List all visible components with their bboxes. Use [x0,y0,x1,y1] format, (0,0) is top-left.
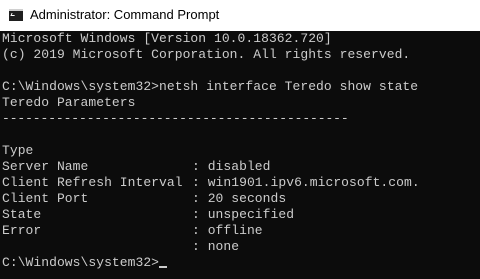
param-value: : none [192,239,240,254]
cmd-icon [9,9,23,21]
param-row-client-port: Client Port : unspecified [2,175,478,222]
title-bar[interactable]: Administrator: Command Prompt [0,0,480,31]
param-row-error: Error : none [2,207,478,254]
param-row-client-refresh-interval: Client Refresh Interval : 20 seconds [2,159,478,206]
param-row-server-name: Server Name : win1901.ipv6.microsoft.com… [2,143,478,190]
command-line: C:\Windows\system32>netsh interface Tere… [2,79,419,94]
param-label: Error [2,223,42,238]
separator-line: ----------------------------------------… [2,111,349,126]
command-prompt-window: Administrator: Command Prompt Microsoft … [0,0,480,279]
banner-line-copyright: (c) 2019 Microsoft Corporation. All righ… [2,47,411,62]
text-cursor [159,266,168,268]
prompt-text: C:\Windows\system32> [2,255,160,270]
prompt-line[interactable]: C:\Windows\system32> [2,255,168,271]
banner-line-version: Microsoft Windows [Version 10.0.18362.72… [2,31,332,46]
param-value: : offline [192,223,263,238]
param-row-state: State : offline [2,191,478,238]
param-row-type: Type : disabled [2,127,478,174]
console-output[interactable]: Microsoft Windows [Version 10.0.18362.72… [0,31,480,279]
window-title: Administrator: Command Prompt [30,7,220,22]
section-title: Teredo Parameters [2,95,136,110]
